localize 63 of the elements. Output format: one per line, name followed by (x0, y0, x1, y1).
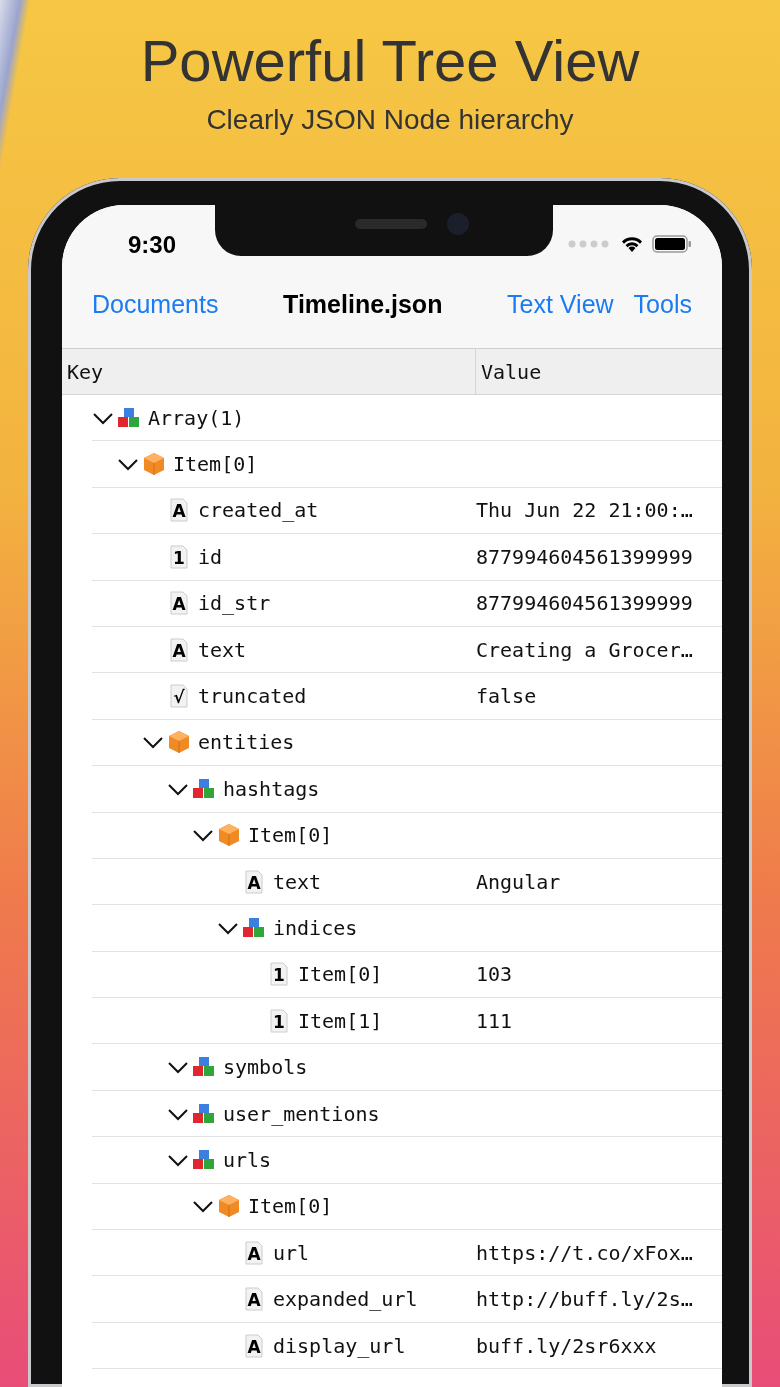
type-icon: 1 (167, 544, 191, 569)
key-text[interactable]: display_url (273, 1333, 406, 1358)
cubes-icon (192, 1101, 216, 1126)
value-text: buff.ly/2sr6xxx (476, 1333, 657, 1358)
battery-icon (652, 234, 692, 253)
wifi-icon (620, 234, 644, 253)
promo-title: Powerful Tree View (140, 27, 640, 95)
column-header[interactable]: Value (476, 349, 542, 394)
cubes-icon (192, 776, 216, 801)
key-text[interactable]: indices (273, 916, 358, 940)
promo-subtitle: Clearly JSON Node hierarchy (206, 104, 574, 136)
key-text[interactable]: Item[0] (298, 962, 383, 987)
nav-action-button[interactable]: Tools (633, 289, 692, 319)
key-text[interactable]: urls (223, 1147, 272, 1172)
type-icon: A (242, 1287, 266, 1312)
key-text[interactable]: id (198, 544, 223, 569)
value-text: Thu Jun 22 21:00:… (476, 498, 693, 523)
cube-icon (217, 1194, 241, 1219)
value-text: 877994604561399999 (476, 591, 693, 616)
key-text[interactable]: text (273, 869, 322, 894)
key-text[interactable]: text (198, 637, 247, 662)
key-text[interactable]: Item[1] (298, 1008, 383, 1033)
key-text[interactable]: entities (198, 730, 295, 755)
value-text: 877994604561399999 (476, 544, 693, 569)
column-header[interactable]: Key (62, 349, 476, 394)
key-text[interactable]: expanded_url (273, 1287, 418, 1312)
type-icon: 1 (267, 1008, 291, 1033)
key-text[interactable]: id_str (198, 591, 271, 616)
value-text: 111 (476, 1008, 513, 1033)
key-text[interactable]: symbols (223, 1055, 308, 1080)
key-text[interactable]: url (273, 1240, 310, 1265)
value-text: false (476, 684, 537, 709)
type-icon: A (242, 1333, 266, 1358)
key-text[interactable]: created_at (198, 498, 319, 523)
nav-action-button[interactable]: Text View (507, 289, 614, 319)
nav-title: Timeline.json (283, 289, 443, 319)
value-text: http://buff.ly/2s… (476, 1287, 693, 1312)
type-icon: A (167, 498, 191, 523)
value-text: 103 (476, 962, 513, 987)
key-text[interactable]: truncated (198, 684, 307, 709)
value-text: Creating a Grocer… (476, 637, 693, 662)
key-text[interactable]: Item[0] (248, 823, 333, 848)
status-time: 9:30 (128, 230, 177, 259)
type-icon: A (167, 591, 191, 616)
key-text[interactable]: hashtags (223, 776, 320, 801)
key-text[interactable]: Item[0] (248, 1194, 333, 1219)
type-icon: √ (167, 684, 191, 709)
value-text: Angular (476, 869, 561, 894)
type-icon: A (167, 637, 191, 662)
value-text: https://t.co/xFox… (476, 1240, 693, 1265)
type-icon: A (242, 1240, 266, 1265)
cube-icon (142, 452, 166, 477)
back-button[interactable]: Documents (92, 289, 219, 319)
cube-icon (167, 730, 191, 755)
type-icon: A (242, 869, 266, 894)
cubes-icon (117, 405, 141, 430)
key-text[interactable]: Item[0] (173, 452, 258, 477)
key-text[interactable]: user_mentions (223, 1101, 380, 1126)
type-icon: 1 (267, 962, 291, 987)
cube-icon (217, 823, 241, 848)
cubes-icon (242, 916, 266, 940)
key-text[interactable]: Array(1) (148, 405, 245, 430)
cubes-icon (192, 1147, 216, 1172)
